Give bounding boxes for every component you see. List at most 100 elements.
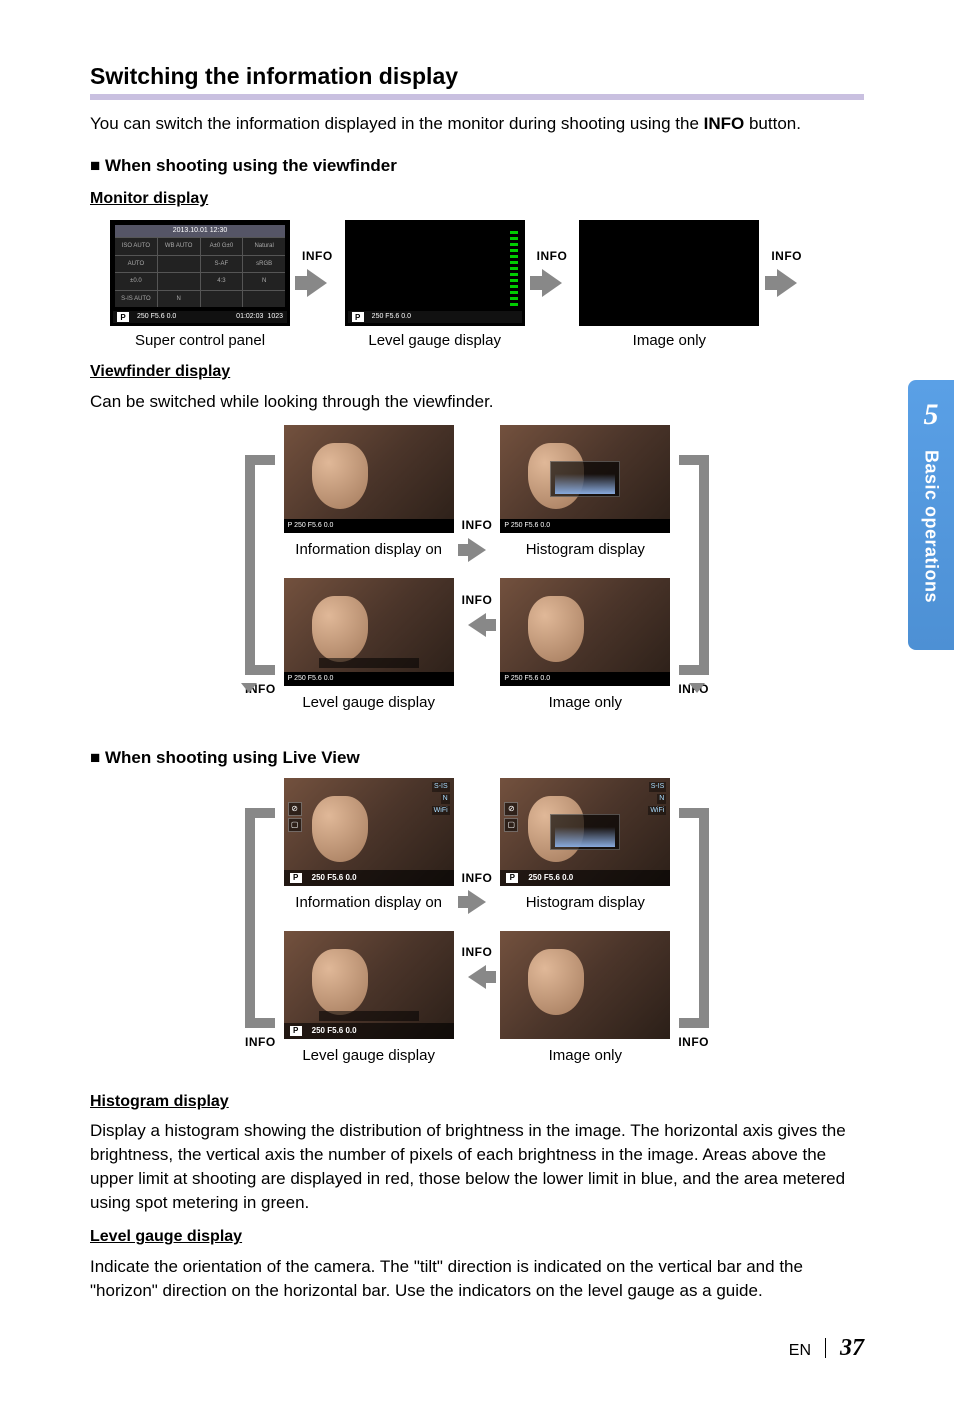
sample-face: [312, 796, 368, 862]
caption-image-only: Image only: [549, 692, 622, 713]
info-button-label: INFO: [462, 944, 493, 961]
loop-arrow-right-icon: [679, 808, 709, 1028]
sample-photo: [284, 425, 454, 533]
mode-p-icon: P: [290, 1026, 302, 1036]
caption-histogram: Histogram display: [526, 539, 645, 560]
lv-left-icons: ⊘▢: [288, 802, 302, 832]
scp-cell: ±0.0: [115, 273, 157, 290]
liveview-shooting-heading: When shooting using Live View: [90, 746, 864, 770]
scp-cell: sRGB: [243, 256, 285, 273]
caption-level-gauge: Level gauge display: [302, 692, 435, 713]
arrow-right-icon: [777, 269, 797, 297]
histogram-overlay-icon: [550, 814, 620, 850]
scp-cell: S-IS AUTO: [115, 291, 157, 308]
flash-off-icon: ⊘: [288, 802, 302, 816]
page-title: Switching the information display: [90, 60, 864, 100]
image-only-screen: [579, 220, 759, 326]
chapter-side-tab: 5 Basic operations: [908, 380, 954, 650]
scp-cell: S-AF: [201, 256, 243, 273]
info-button-label: INFO: [462, 592, 493, 609]
flash-off-icon: ⊘: [504, 802, 518, 816]
mode-p-icon: P: [117, 312, 129, 322]
chapter-number: 5: [924, 394, 939, 436]
footer-language: EN: [789, 1340, 811, 1362]
level-gauge-body: Indicate the orientation of the camera. …: [90, 1255, 864, 1303]
scp-cell: AUTO: [115, 256, 157, 273]
scp-cell: [201, 291, 243, 308]
scp-shots-left: 1023: [267, 312, 283, 322]
vf-histogram-screen: P 250 F5.6 0.0: [500, 425, 670, 533]
lv-bottom-bar: P250 F5.6 0.0: [284, 870, 454, 886]
caption-level-gauge: Level gauge display: [368, 330, 501, 351]
lv-left-icons: ⊘▢: [504, 802, 518, 832]
scp-cell: [158, 256, 200, 273]
histogram-body: Display a histogram showing the distribu…: [90, 1119, 864, 1214]
arrow-right-icon: [307, 269, 327, 297]
page-footer: EN 37: [90, 1332, 864, 1366]
info-button-label: INFO: [462, 870, 493, 887]
scp-cell: [243, 291, 285, 308]
exposure-text: 250 F5.6 0.0: [372, 312, 411, 322]
info-button-label: INFO: [245, 1034, 276, 1051]
loop-arrow-left-icon: [245, 808, 275, 1028]
vf-level-gauge-screen: P 250 F5.6 0.0: [284, 578, 454, 686]
lv-right-icons: S-ISNWiFi: [432, 782, 450, 815]
vf-bottom-bar: P 250 F5.6 0.0: [284, 672, 454, 686]
level-gauge-heading: Level gauge display: [90, 1226, 864, 1248]
viewfinder-shooting-heading: When shooting using the viewfinder: [90, 154, 864, 178]
sample-face: [312, 596, 368, 662]
histogram-overlay-icon: [550, 461, 620, 497]
caption-level-gauge: Level gauge display: [302, 1045, 435, 1066]
chapter-label: Basic operations: [918, 450, 943, 603]
vf-bottom-bar: P 250 F5.6 0.0: [284, 519, 454, 533]
super-control-panel-screen: 2013.10.01 12:30 ISO AUTO WB AUTO A±0 G±…: [110, 220, 290, 326]
info-button-label: INFO: [462, 517, 493, 534]
caption-histogram: Histogram display: [526, 892, 645, 913]
sample-photo: [284, 578, 454, 686]
intro-paragraph: You can switch the information displayed…: [90, 112, 864, 136]
sample-face: [528, 949, 584, 1015]
level-gauge-vertical-icon: [510, 231, 518, 307]
lv-info-on-screen: S-ISNWiFi ⊘▢ P250 F5.6 0.0: [284, 778, 454, 886]
viewfinder-flow-diagram: INFO P 250 F5.6 0.0 Information display …: [90, 425, 864, 728]
arrow-right-icon: [542, 269, 562, 297]
lv-image-only-screen: [500, 931, 670, 1039]
monitor-display-heading: Monitor display: [90, 188, 864, 210]
loop-arrow-left-icon: [245, 455, 275, 675]
scp-cell: [158, 273, 200, 290]
scp-cell: A±0 G±0: [201, 238, 243, 255]
scp-cell: N: [243, 273, 285, 290]
liveview-flow-diagram: INFO S-ISNWiFi ⊘▢ P250 F5.6 0.0 Informat…: [90, 778, 864, 1081]
vf-info-on-screen: P 250 F5.6 0.0: [284, 425, 454, 533]
af-frame-icon: ▢: [288, 818, 302, 832]
viewfinder-display-heading: Viewfinder display: [90, 361, 864, 383]
vf-bottom-bar: P 250 F5.6 0.0: [500, 519, 670, 533]
lv-level-gauge-screen: P250 F5.6 0.0: [284, 931, 454, 1039]
scp-exposure-text: 250 F5.6 0.0: [137, 312, 176, 322]
lv-right-icons: S-ISNWiFi: [648, 782, 666, 815]
mode-p-icon: P: [506, 873, 518, 883]
footer-separator: [825, 1338, 826, 1358]
arrow-right-icon: [468, 538, 486, 562]
footer-page-number: 37: [840, 1332, 864, 1366]
mode-p-icon: P: [290, 873, 302, 883]
super-control-panel-grid: 2013.10.01 12:30 ISO AUTO WB AUTO A±0 G±…: [115, 225, 285, 307]
scp-bottom-bar: P 250 F5.6 0.0 01:02:03 1023: [113, 311, 287, 323]
scp-date-header: 2013.10.01 12:30: [115, 225, 285, 237]
arrow-left-icon: [468, 613, 486, 637]
caption-image-only: Image only: [633, 330, 706, 351]
scp-cell: Natural: [243, 238, 285, 255]
info-button-label: INFO: [678, 1034, 709, 1051]
sample-photo: [500, 578, 670, 686]
arrow-right-icon: [468, 890, 486, 914]
vf-image-only-screen: P 250 F5.6 0.0: [500, 578, 670, 686]
caption-info-on: Information display on: [295, 539, 442, 560]
lv-bottom-bar: P250 F5.6 0.0: [500, 870, 670, 886]
arrow-left-icon: [468, 965, 486, 989]
scp-rec-time: 01:02:03: [236, 312, 263, 322]
histogram-heading: Histogram display: [90, 1091, 864, 1113]
scp-cell: N: [158, 291, 200, 308]
lv-histogram-screen: S-ISNWiFi ⊘▢ P250 F5.6 0.0: [500, 778, 670, 886]
level-gauge-screen: P 250 F5.6 0.0: [345, 220, 525, 326]
scp-cell: 4:3: [201, 273, 243, 290]
